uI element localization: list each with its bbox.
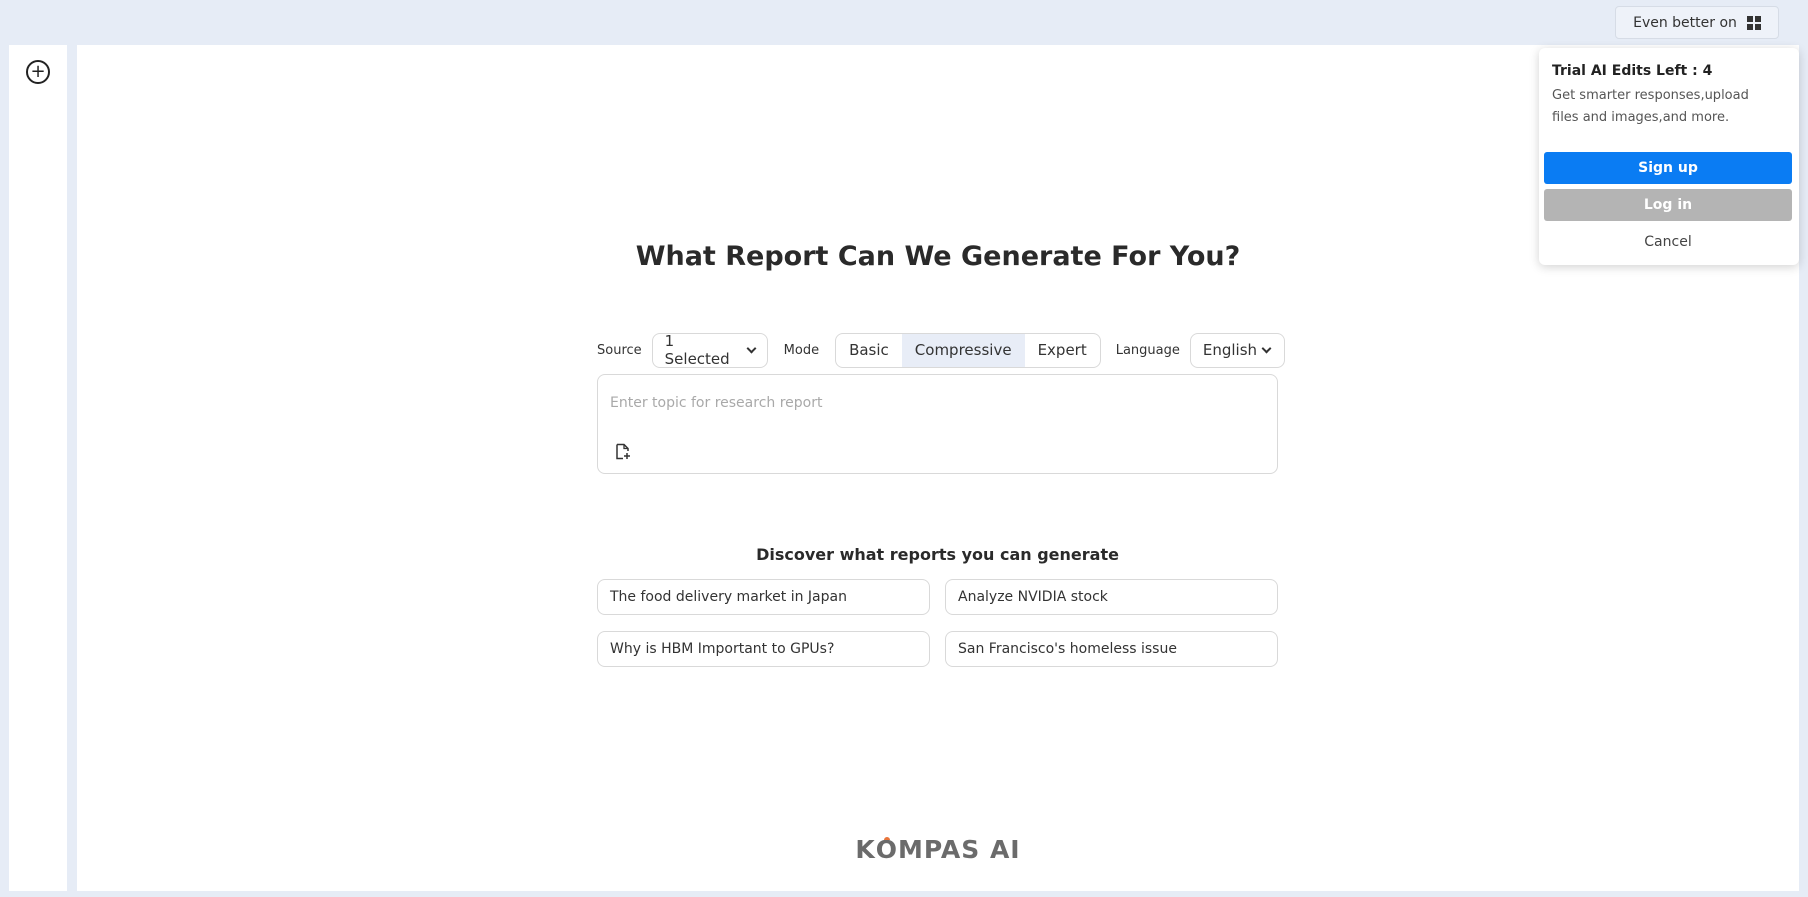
suggestion-chip[interactable]: San Francisco's homeless issue: [945, 631, 1278, 667]
mode-compressive[interactable]: Compressive: [901, 333, 1025, 367]
chevron-down-icon: [746, 343, 757, 353]
suggestion-chip[interactable]: Analyze NVIDIA stock: [945, 579, 1278, 615]
mode-selector: Basic Compressive Expert: [835, 332, 1101, 368]
brand-text-end: MPAS AI: [898, 835, 1021, 864]
popup-description: Get smarter responses,upload files and i…: [1552, 88, 1749, 125]
language-dropdown[interactable]: English: [1189, 332, 1285, 368]
popup-title: Trial AI Edits Left : 4: [1552, 63, 1713, 79]
brand-logo: KOMPAS AI: [77, 835, 1799, 864]
discover-title: Discover what reports you can generate: [756, 545, 1119, 564]
source-label: Source: [597, 342, 642, 358]
new-report-plus-icon[interactable]: +: [26, 60, 50, 84]
source-dropdown[interactable]: 1 Selected: [651, 332, 768, 368]
topic-input[interactable]: [610, 395, 1260, 411]
promo-label: Even better on: [1633, 14, 1737, 31]
windows-promo-button[interactable]: Even better on: [1615, 6, 1779, 39]
topic-box: [597, 374, 1278, 474]
mode-label: Mode: [783, 342, 820, 358]
mode-expert[interactable]: Expert: [1025, 334, 1100, 367]
brand-text-start: K: [855, 835, 876, 864]
login-button[interactable]: Log in: [1544, 189, 1792, 221]
sidebar: +: [9, 45, 67, 891]
suggestion-chip[interactable]: The food delivery market in Japan: [597, 579, 930, 615]
language-value: English: [1202, 341, 1258, 359]
source-value: 1 Selected: [664, 332, 730, 368]
file-add-icon[interactable]: [615, 443, 631, 464]
trial-popup: Trial AI Edits Left : 4 Get smarter resp…: [1539, 48, 1799, 265]
cancel-button[interactable]: Cancel: [1544, 226, 1792, 258]
language-label: Language: [1115, 342, 1180, 358]
windows-icon: [1746, 15, 1761, 30]
report-controls: Source 1 Selected Mode Basic Compressive…: [597, 332, 1285, 368]
mode-basic[interactable]: Basic: [836, 334, 902, 367]
suggestion-chip[interactable]: Why is HBM Important to GPUs?: [597, 631, 930, 667]
brand-o: O: [875, 835, 898, 864]
chevron-down-icon: [1261, 343, 1272, 353]
signup-button[interactable]: Sign up: [1544, 152, 1792, 184]
